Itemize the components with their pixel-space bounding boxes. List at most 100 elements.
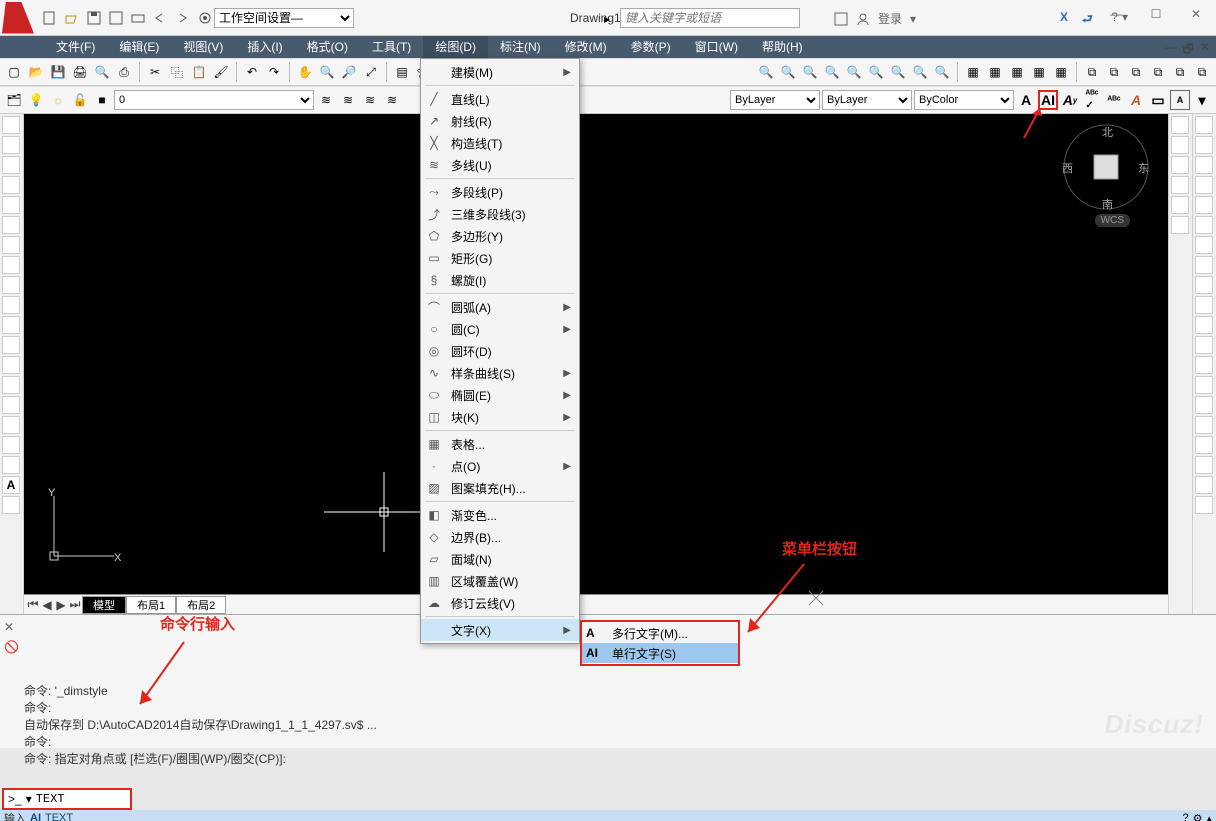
join-icon[interactable]: [1195, 356, 1213, 374]
menu-format[interactable]: 格式(O): [295, 36, 360, 58]
table-icon[interactable]: [2, 456, 20, 474]
chevron-up-icon[interactable]: ▴: [1206, 812, 1212, 821]
point-icon[interactable]: [2, 376, 20, 394]
undo-icon[interactable]: ↶: [242, 62, 262, 82]
menu-donut[interactable]: ◎圆环(D): [421, 340, 579, 362]
fillet-icon[interactable]: [1195, 396, 1213, 414]
paste-icon[interactable]: 📋: [189, 62, 209, 82]
tool-icon[interactable]: [1195, 456, 1213, 474]
command-input[interactable]: [36, 792, 106, 806]
sun-icon[interactable]: ☼: [48, 90, 68, 110]
break-icon[interactable]: [1195, 336, 1213, 354]
blend-icon[interactable]: [1195, 416, 1213, 434]
textstyle-icon[interactable]: Ay: [1060, 90, 1080, 110]
mirror-icon[interactable]: [1195, 156, 1213, 174]
tb-icon[interactable]: ⧉: [1192, 62, 1212, 82]
tab-first-icon[interactable]: ⏮: [26, 597, 40, 612]
insert-icon[interactable]: [2, 336, 20, 354]
menu-dim[interactable]: 标注(N): [488, 36, 553, 58]
open-icon[interactable]: [64, 10, 80, 26]
autocomplete-suggestion[interactable]: TEXT: [45, 812, 73, 821]
plot-icon[interactable]: [130, 10, 146, 26]
table-icon[interactable]: A: [1170, 90, 1190, 110]
arc-icon[interactable]: [2, 216, 20, 234]
help-search[interactable]: ▸: [620, 8, 800, 28]
menu-help[interactable]: 帮助(H): [750, 36, 815, 58]
workspace-selector[interactable]: 工作空间设置—: [198, 8, 354, 28]
zoom3-icon[interactable]: ⤢: [361, 62, 381, 82]
tab-model[interactable]: 模型: [82, 596, 126, 614]
tb-icon[interactable]: ⧉: [1148, 62, 1168, 82]
trim-icon[interactable]: [1195, 296, 1213, 314]
exchange-a-icon[interactable]: ⮐: [1082, 10, 1096, 24]
login-link[interactable]: 登录: [878, 10, 902, 27]
zoom-dyn-icon[interactable]: 🔍: [866, 62, 886, 82]
rotate-icon[interactable]: [1195, 236, 1213, 254]
copy-icon[interactable]: [1195, 136, 1213, 154]
tb-icon[interactable]: ⧉: [1082, 62, 1102, 82]
nav-icon[interactable]: [1171, 116, 1189, 134]
tab-last-icon[interactable]: ⏭: [68, 597, 82, 612]
tab-prev-icon[interactable]: ◀: [40, 598, 54, 612]
cmd-close-icon[interactable]: ✕: [4, 619, 14, 635]
save-icon[interactable]: [86, 10, 102, 26]
explode-icon[interactable]: [1195, 436, 1213, 454]
scale-icon[interactable]: [1195, 256, 1213, 274]
nav-icon[interactable]: [1171, 216, 1189, 234]
zoom-scale-icon[interactable]: 🔍: [888, 62, 908, 82]
menu-table[interactable]: ▦表格...: [421, 433, 579, 455]
save-icon[interactable]: 💾: [48, 62, 68, 82]
menu-xline[interactable]: ╳构造线(T): [421, 132, 579, 154]
color-swatch-icon[interactable]: ■: [92, 90, 112, 110]
match-icon[interactable]: 🖌: [211, 62, 231, 82]
zoom-obj-icon[interactable]: 🔍: [932, 62, 952, 82]
menu-ray[interactable]: ↗射线(R): [421, 110, 579, 132]
dash3-icon[interactable]: ▦: [1007, 62, 1027, 82]
redo-icon[interactable]: [174, 10, 190, 26]
menu-param[interactable]: 参数(P): [619, 36, 683, 58]
bulb-icon[interactable]: 💡: [26, 90, 46, 110]
menu-helix[interactable]: §螺旋(I): [421, 269, 579, 291]
menu-text[interactable]: 文字(X)▶: [421, 619, 579, 641]
menu-draw[interactable]: 绘图(D): [423, 36, 488, 58]
layer-dropdown[interactable]: 0: [114, 90, 314, 110]
saveas-icon[interactable]: [108, 10, 124, 26]
chamfer-icon[interactable]: [1195, 376, 1213, 394]
dtext-tool-icon[interactable]: AI: [1038, 90, 1058, 110]
workspace-dropdown[interactable]: 工作空间设置—: [214, 8, 354, 28]
zoom-ext-icon[interactable]: 🔍: [844, 62, 864, 82]
menu-block[interactable]: ◫块(K)▶: [421, 406, 579, 428]
circle-icon[interactable]: [2, 236, 20, 254]
menu-insert[interactable]: 插入(I): [235, 36, 294, 58]
maximize-button[interactable]: ☐: [1136, 0, 1176, 28]
zoom-center-icon[interactable]: 🔍: [910, 62, 930, 82]
offset-icon[interactable]: [1195, 176, 1213, 194]
menu-revcloud[interactable]: ☁修订云线(V): [421, 592, 579, 614]
ellipse-arc-icon[interactable]: [2, 316, 20, 334]
menu-line[interactable]: ╱直线(L): [421, 88, 579, 110]
menu-point[interactable]: ·点(O)▶: [421, 455, 579, 477]
findtext-icon[interactable]: ᴬᴮᶜ: [1104, 90, 1124, 110]
tab-next-icon[interactable]: ▶: [54, 598, 68, 612]
linetype-dropdown[interactable]: ByLayer: [730, 90, 820, 110]
mtext-tool-icon[interactable]: A: [1016, 90, 1036, 110]
chevron-down-icon[interactable]: ▾: [910, 12, 916, 26]
menu-polygon[interactable]: ⬠多边形(Y): [421, 225, 579, 247]
menu-edit[interactable]: 编辑(E): [107, 36, 171, 58]
spline-icon[interactable]: [2, 276, 20, 294]
array-icon[interactable]: [1195, 196, 1213, 214]
menu-wipeout[interactable]: ▥区域覆盖(W): [421, 570, 579, 592]
plotcolor-dropdown[interactable]: ByColor: [914, 90, 1014, 110]
dash5-icon[interactable]: ▦: [1051, 62, 1071, 82]
plot-icon[interactable]: 🖨: [70, 62, 90, 82]
menu-region[interactable]: ▱面域(N): [421, 548, 579, 570]
zoom2-icon[interactable]: 🔎: [339, 62, 359, 82]
menu-mline[interactable]: ≋多线(U): [421, 154, 579, 176]
publish-icon[interactable]: ⎙: [114, 62, 134, 82]
new-icon[interactable]: [42, 10, 58, 26]
lock-icon[interactable]: 🔓: [70, 90, 90, 110]
dash-icon[interactable]: ▦: [963, 62, 983, 82]
stretch-icon[interactable]: [1195, 276, 1213, 294]
viewcube[interactable]: 北 南 东 西: [1056, 122, 1156, 222]
menu-hatch[interactable]: ▨图案填充(H)...: [421, 477, 579, 499]
